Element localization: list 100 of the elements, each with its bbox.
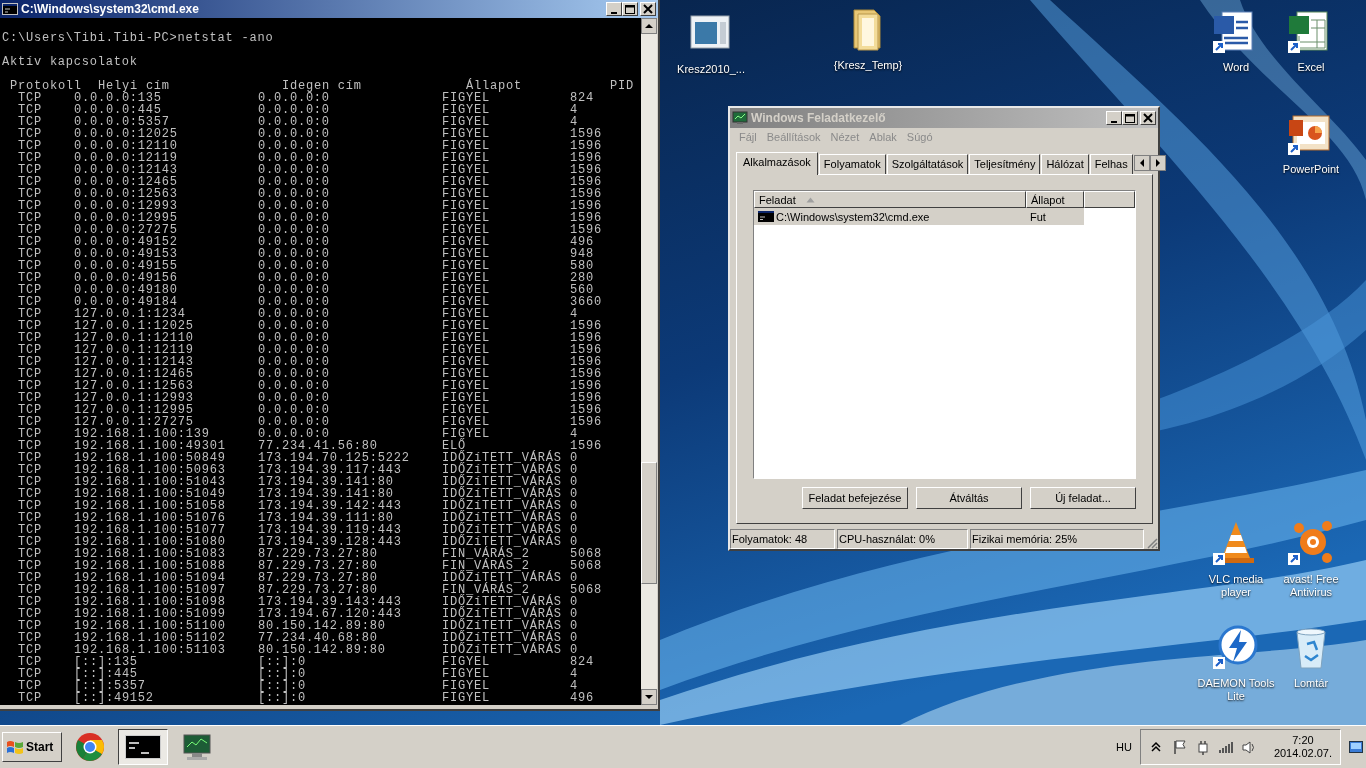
console-cell-text: 4 [570,116,578,128]
console-cell-text: TCP [18,260,43,272]
console-cell-text: 4 [570,668,579,680]
console-cell-text: TCP [18,548,43,560]
console-cell-text: 173.194.39.111:80 [258,512,394,524]
scroll-up-icon[interactable] [641,18,657,34]
console-cell-text: 824 [570,656,595,668]
console-cell-text: 173.194.39.141:80 [258,488,394,500]
console-cell-text: FIGYEL [442,176,491,188]
flag-icon [6,739,24,755]
clock[interactable]: 7:20 2014.02.07. [1273,734,1332,760]
column-header[interactable]: Feladat [754,191,1026,208]
status-text: Folyamatok: 48 [730,529,835,549]
console-cell-text: TCP [18,392,43,404]
console-cell-text: [::]:0 [258,656,307,668]
console-cell-text: 1596 [570,140,603,152]
start-button[interactable]: Start [2,732,62,762]
icon-label[interactable]: Word [1222,61,1250,74]
flag-icon[interactable] [1171,739,1188,755]
task-row[interactable]: C:\Windows\system32\cmd.exe Fut [754,208,1084,225]
console-cell-text: TCP [18,656,43,668]
splat-icon[interactable] [1287,520,1335,566]
icon-label[interactable]: Excel [1297,61,1325,74]
console-cell-text: TCP [18,272,43,284]
maximize-icon [1125,113,1135,123]
button[interactable]: Átváltás [916,487,1022,509]
console-cell-text: TCP [18,452,43,464]
console-cell-text: 0.0.0.0:0 [258,236,331,248]
console-line: Aktív kapcsolatok [2,56,139,68]
tab[interactable]: Szolgáltatások [886,154,969,174]
maximize-button[interactable] [622,2,638,16]
console-cell-text: FIGYEL [442,368,491,380]
console-cell-text: 280 [570,272,595,284]
console-cell-text: 77.234.41.56:80 [258,440,378,452]
console-cell-text: 192.168.1.100:51094 [74,572,227,584]
console-cell-text: TCP [18,488,43,500]
close-button[interactable] [1140,111,1156,125]
console-cell-text: IDŐZíTETT_VÁRÁS [442,620,563,632]
icon-label[interactable]: {Kresz_Temp} [833,59,903,72]
console-cell-text: TCP [18,440,43,452]
console-cell-text: 173.194.39.117:443 [258,464,403,476]
console-cell-text: 4 [570,104,579,116]
console-cell-text: 0.0.0.0:0 [258,284,331,296]
close-icon [1143,113,1153,123]
console-cell-text: 173.194.39.141:80 [258,476,395,488]
console-cell-text: 127.0.0.1:12995 [74,404,195,416]
speaker-icon[interactable] [1240,739,1257,755]
minimize-button[interactable] [606,2,622,16]
tab[interactable]: Hálózat [1041,154,1089,174]
console-cell-text: IDŐZíTETT_VÁRÁS [442,500,563,512]
console-cell-text: 127.0.0.1:12465 [74,368,195,380]
tab[interactable]: Teljesítmény [969,154,1041,174]
console-cell-text: TCP [18,680,43,692]
console-cell-text: TCP [18,536,43,548]
status-text: CPU-használat: 0% [837,529,968,549]
console-cell-text: TCP [18,128,43,140]
scroll-left-icon[interactable] [1133,155,1150,171]
console-icon [2,3,18,15]
console-cell-text: 127.0.0.1:12563 [74,380,195,392]
column-header: Helyi cím [98,80,171,92]
icon-label[interactable]: Kresz2010_... [677,63,745,76]
console-cell-text: 192.168.1.100:50849 [74,452,227,464]
column-header[interactable]: Állapot [1026,191,1084,208]
console-cell-text: TCP [18,176,43,188]
window-title: Windows Feladatkezelő [751,111,887,125]
scroll-right-icon[interactable] [1149,155,1166,171]
tab[interactable]: Felhas [1089,154,1133,174]
console-cell-text: 0 [570,536,578,548]
console-cell-text: TCP [18,224,43,236]
scroll-down-icon[interactable] [641,689,657,705]
console-cell-text: 0 [570,476,579,488]
console-line: C:\Users\Tibi.Tibi-PC>netstat -ano [2,32,275,44]
console-cell-text: 0 [570,524,579,536]
tab[interactable]: Alkalmazások [736,152,818,175]
console-cell-text: FIGYEL [442,188,491,200]
close-button[interactable] [640,2,656,16]
console-cell-text: [::]:135 [74,656,138,668]
signal-bars-icon[interactable] [1217,739,1234,755]
console-cell-text: 80.150.142.89:80 [258,620,387,632]
show-desktop-icon[interactable] [1349,741,1363,753]
console-cell-text: TCP [18,644,43,656]
console-cell-text: TCP [18,692,43,704]
lightning-icon[interactable] [1212,624,1260,670]
maximize-button[interactable] [1122,111,1138,125]
icon-label[interactable]: PowerPoint [1282,163,1340,176]
scrollbar[interactable] [641,18,657,705]
console-cell-text: 0 [570,596,579,608]
console-icon [125,735,161,759]
console-cell-text: FIGYEL [442,272,491,284]
button[interactable]: Feladat befejezése [802,487,908,509]
console-cell-text: TCP [18,368,43,380]
language-indicator[interactable]: HU [1116,741,1132,753]
minimize-button[interactable] [1106,111,1122,125]
taskbar-button[interactable] [118,729,168,765]
button[interactable]: Új feladat... [1030,487,1136,509]
console-cell-text: 1596 [570,380,603,392]
console-cell-text: TCP [18,668,43,680]
tab[interactable]: Folyamatok [818,154,886,174]
column-header: PID [610,80,635,92]
scroll-thumb[interactable] [641,462,657,584]
